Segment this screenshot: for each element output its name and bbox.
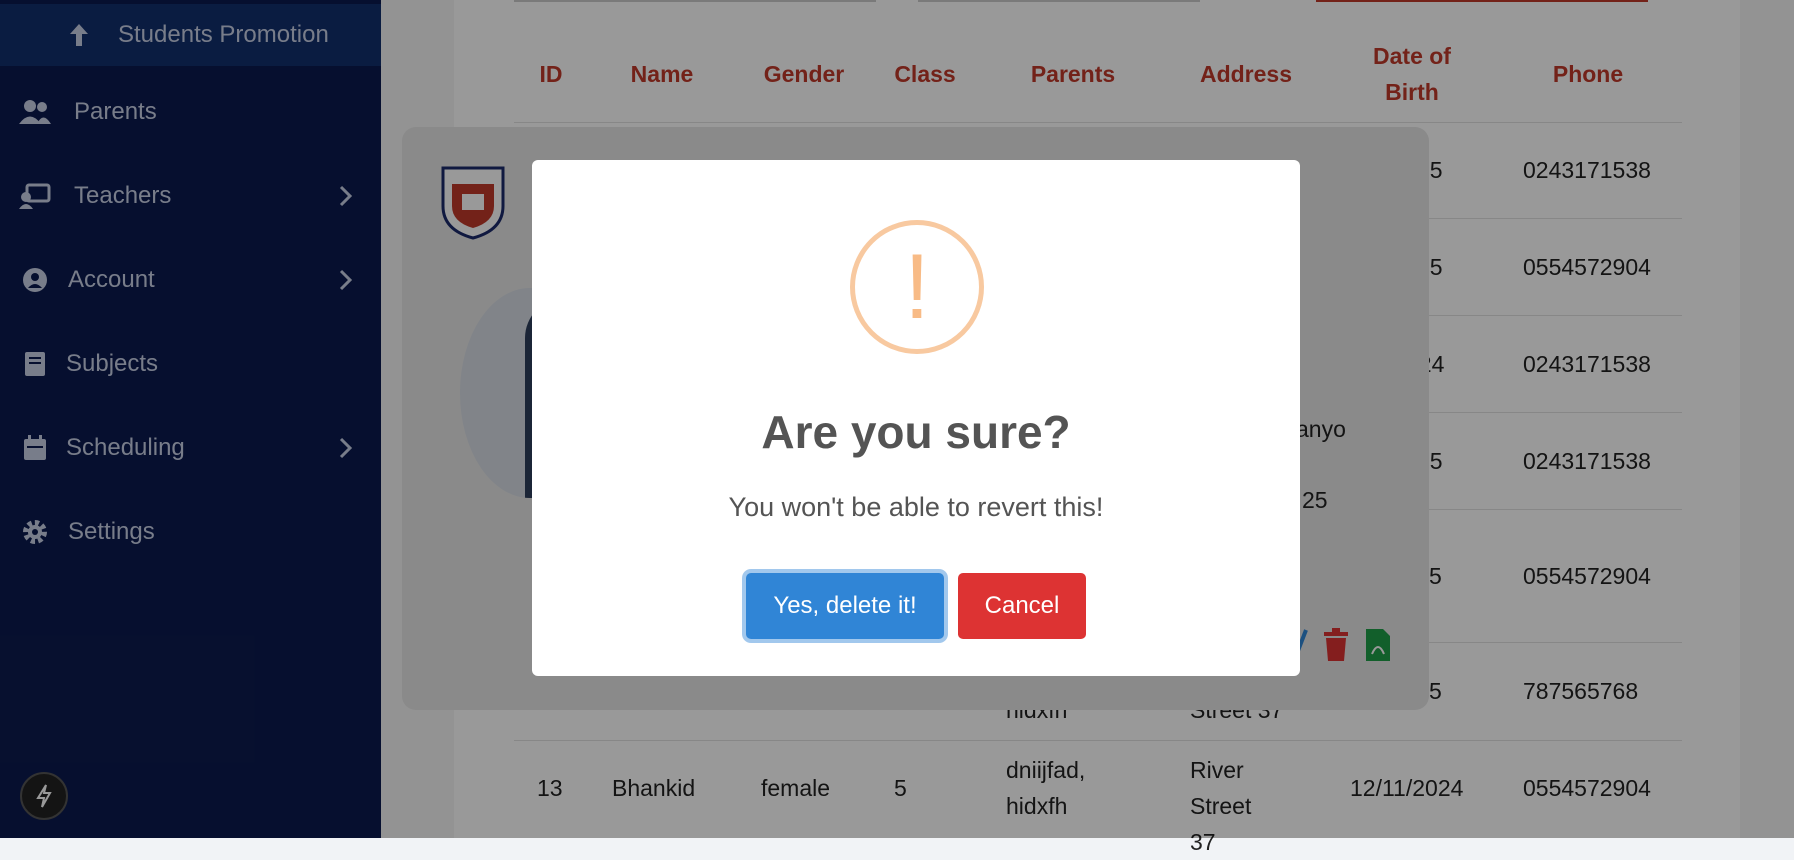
dialog-text: You won't be able to revert this! [728, 492, 1104, 522]
cancel-button[interactable]: Cancel [958, 573, 1086, 639]
warning-icon: ! [850, 220, 984, 354]
confirm-delete-button[interactable]: Yes, delete it! [746, 573, 944, 639]
dialog-title: Are you sure? [761, 406, 1071, 458]
confirm-dialog: ! Are you sure? You won't be able to rev… [532, 160, 1300, 676]
